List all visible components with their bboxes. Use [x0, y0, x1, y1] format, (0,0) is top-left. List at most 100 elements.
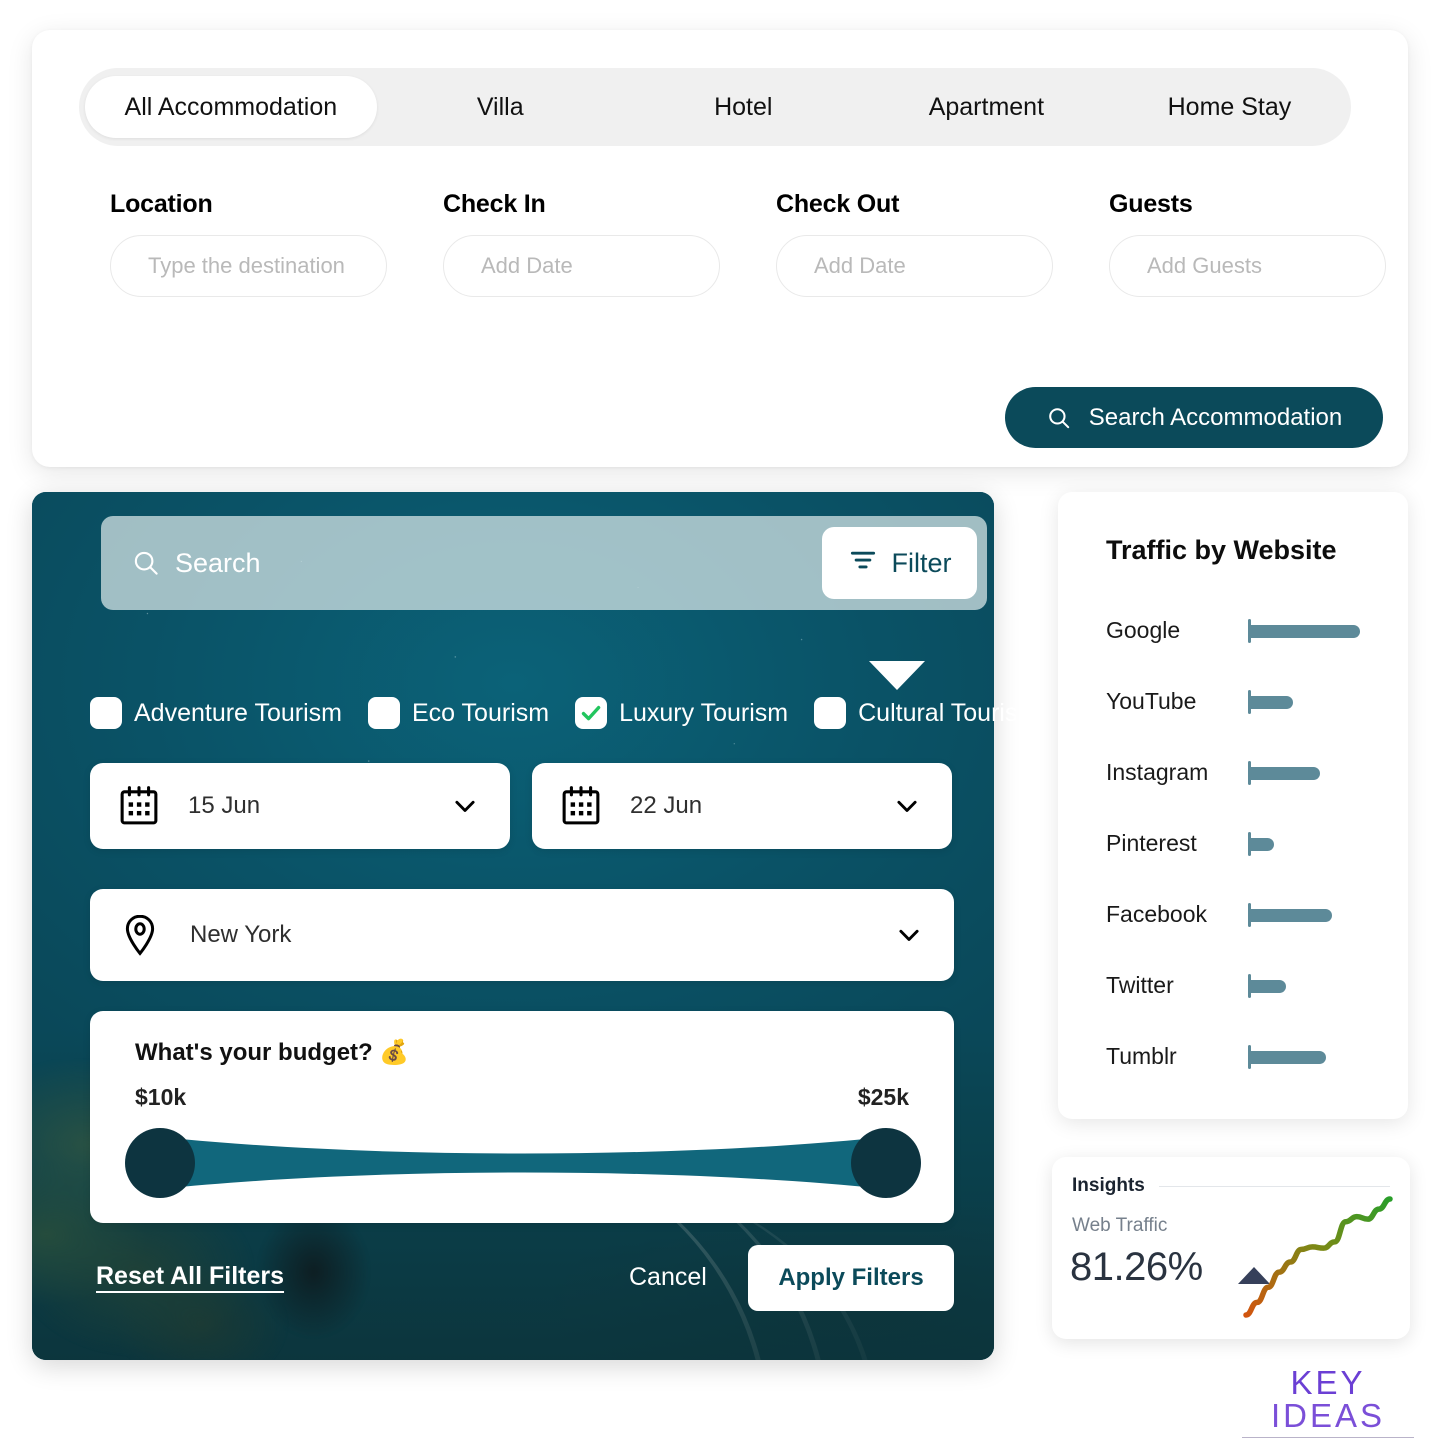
filter-button[interactable]: Filter — [822, 527, 977, 599]
tab-hotel[interactable]: Hotel — [624, 76, 863, 138]
apply-filters-button[interactable]: Apply Filters — [748, 1245, 954, 1311]
cancel-button[interactable]: Cancel — [629, 1263, 707, 1292]
checkbox-label: Cultural Tourism — [858, 698, 1039, 727]
reset-all-filters-link[interactable]: Reset All Filters — [96, 1262, 284, 1291]
traffic-row: Google — [1106, 595, 1388, 666]
check-out-date-picker[interactable]: 22 Jun — [532, 763, 952, 849]
tab-label: Apartment — [928, 92, 1045, 121]
tab-label: Hotel — [714, 92, 773, 121]
traffic-site-label: Google — [1106, 617, 1181, 643]
tab-all-accommodation[interactable]: All Accommodation — [85, 76, 377, 138]
dropdown-caret-icon — [869, 661, 925, 690]
traffic-row: YouTube — [1106, 666, 1388, 737]
checkbox-label: Luxury Tourism — [619, 698, 789, 727]
traffic-row: Pinterest — [1106, 808, 1388, 879]
logo-word-ideas: IDEAS — [1270, 1397, 1386, 1434]
traffic-bar — [1248, 624, 1360, 638]
checkbox-box — [814, 697, 847, 729]
location-input[interactable]: Type the destination — [110, 235, 387, 297]
field-label: Location — [110, 190, 213, 218]
budget-title: What's your budget? 💰 — [135, 1038, 409, 1067]
traffic-bar-track — [1248, 1044, 1388, 1069]
map-pin-icon — [116, 911, 164, 959]
traffic-bar-track — [1248, 902, 1388, 927]
filter-icon — [848, 545, 878, 582]
tab-label: Villa — [476, 92, 524, 121]
insights-title: Insights — [1072, 1175, 1145, 1196]
tab-home-stay[interactable]: Home Stay — [1110, 76, 1349, 138]
traffic-bar — [1248, 766, 1320, 780]
panel-search-bar[interactable]: Search Filter — [101, 516, 987, 610]
tab-villa[interactable]: Villa — [381, 76, 620, 138]
traffic-row: Tumblr — [1106, 1021, 1388, 1092]
traffic-card-title: Traffic by Website — [1106, 535, 1337, 565]
tab-label: All Accommodation — [124, 92, 338, 121]
checkbox-box — [90, 697, 122, 729]
checkbox-cultural-tourism[interactable]: Cultural Tourism — [814, 697, 1038, 729]
search-icon — [1046, 405, 1072, 431]
field-check-in: Check In Add Date — [443, 190, 720, 297]
keyideas-logo: KEYIDEAS agility·ingenuity·reliability — [1240, 1366, 1416, 1440]
guests-input[interactable]: Add Guests — [1109, 235, 1386, 297]
budget-title-text: What's your budget? — [135, 1039, 373, 1066]
app-root: All Accommodation Villa Hotel Apartment … — [0, 0, 1440, 1440]
budget-max-label: $25k — [857, 1084, 909, 1110]
traffic-bar-track — [1248, 831, 1388, 856]
filter-button-label: Filter — [891, 547, 952, 578]
calendar-icon — [116, 783, 162, 829]
tourism-category-checkboxes: Adventure Tourism Eco Tourism Luxury Tou… — [90, 697, 1038, 729]
checkbox-adventure-tourism[interactable]: Adventure Tourism — [90, 697, 342, 729]
budget-range-slider[interactable] — [124, 1123, 922, 1203]
traffic-site-label: YouTube — [1106, 688, 1197, 714]
check-in-date-picker[interactable]: 15 Jun — [90, 763, 510, 849]
traffic-site-label: Instagram — [1106, 759, 1209, 785]
traffic-bar-track — [1248, 760, 1388, 785]
checkbox-eco-tourism[interactable]: Eco Tourism — [367, 697, 550, 729]
tab-label: Home Stay — [1167, 92, 1292, 121]
insights-metric-label: Web Traffic — [1072, 1215, 1168, 1236]
traffic-by-website-card: Traffic by Website Google YouTube Instagra… — [1058, 492, 1408, 1119]
logo-word-key: KEY — [1290, 1364, 1366, 1401]
field-check-out: Check Out Add Date — [776, 190, 1053, 297]
check-out-input[interactable]: Add Date — [776, 235, 1053, 297]
money-bag-icon: 💰 — [379, 1039, 410, 1066]
tab-apartment[interactable]: Apartment — [867, 76, 1106, 138]
budget-min-label: $10k — [135, 1084, 187, 1110]
traffic-site-label: Tumblr — [1106, 1043, 1177, 1069]
traffic-bar-list: Google YouTube Instagram Pinterest Facebook T… — [1106, 595, 1388, 1092]
traffic-site-label: Facebook — [1106, 901, 1208, 927]
chevron-down-icon — [894, 920, 924, 950]
insights-card: Insights Web Traffic 81.26% — [1052, 1157, 1410, 1339]
location-value: New York — [190, 921, 292, 948]
traffic-site-label: Pinterest — [1106, 830, 1197, 856]
traffic-bar — [1248, 908, 1332, 922]
traffic-site-label: Twitter — [1106, 972, 1174, 998]
checkbox-box — [367, 697, 400, 729]
search-fields: Location Type the destination Check In A… — [110, 190, 1400, 297]
field-location: Location Type the destination — [110, 190, 387, 297]
checkbox-label: Eco Tourism — [411, 698, 550, 727]
traffic-row: Twitter — [1106, 950, 1388, 1021]
search-icon — [131, 548, 161, 578]
field-label: Guests — [1109, 190, 1193, 218]
traffic-row: Facebook — [1106, 879, 1388, 950]
field-guests: Guests Add Guests — [1109, 190, 1386, 297]
sparkline-path — [1243, 1196, 1393, 1318]
checkbox-luxury-tourism[interactable]: Luxury Tourism — [575, 697, 788, 729]
search-accommodation-button[interactable]: Search Accommodation — [1005, 387, 1383, 448]
panel-search-placeholder: Search — [175, 547, 261, 578]
checkbox-box-checked — [575, 697, 608, 729]
chevron-down-icon — [892, 791, 922, 821]
traffic-row: Instagram — [1106, 737, 1388, 808]
traffic-bar-track — [1248, 618, 1388, 643]
calendar-icon — [558, 783, 604, 829]
location-select[interactable]: New York — [90, 889, 954, 981]
slider-handle-max — [851, 1128, 921, 1198]
check-in-date-value: 15 Jun — [188, 792, 261, 819]
traffic-bar — [1248, 1050, 1326, 1064]
web-traffic-sparkline — [1234, 1187, 1402, 1332]
traffic-bar — [1248, 837, 1274, 851]
check-in-input[interactable]: Add Date — [443, 235, 720, 297]
checkbox-label: Adventure Tourism — [134, 698, 342, 727]
accommodation-search-card: All Accommodation Villa Hotel Apartment … — [32, 30, 1408, 467]
